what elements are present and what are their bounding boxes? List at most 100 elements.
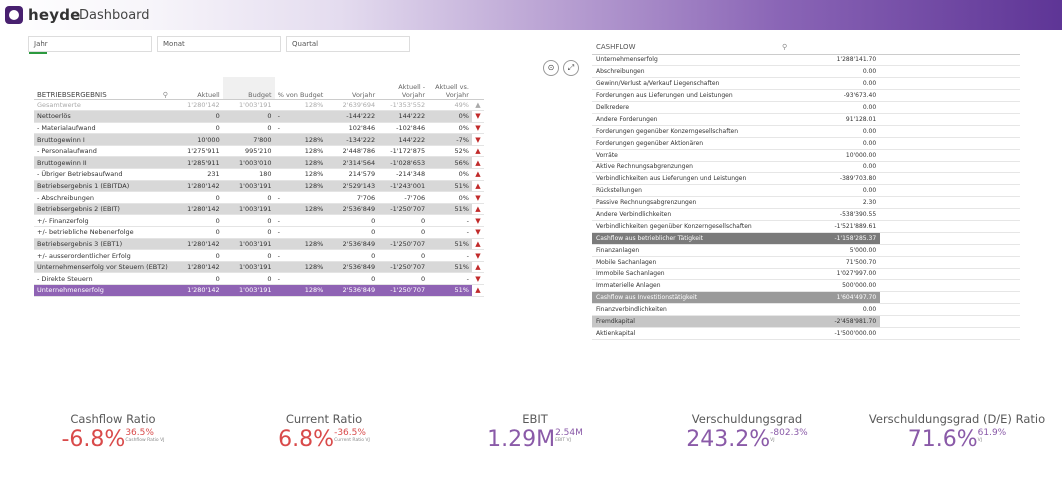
table-row[interactable]: Bruttogewinn I 10'000 7'800 128% -134'222 144… — [34, 133, 484, 146]
trend-up-icon: ▲ — [471, 180, 484, 193]
cell-label: Gesamtwerte — [34, 99, 171, 112]
cell-label: Betriebsergebnis 2 (EBIT) — [34, 203, 171, 216]
kpi-title: Verschuldungsgrad — [691, 412, 803, 426]
table-row[interactable]: +/- betriebliche Nebenerfolge 0 0-0 0- ▼ — [34, 226, 484, 239]
cashflow-row[interactable]: Immaterielle Anlagen 500'000.00 — [592, 279, 1020, 293]
cashflow-row[interactable]: Forderungen gegenüber Aktionären 0.00 — [592, 137, 1020, 150]
col-betriebsergebnis[interactable]: BETRIEBSERGEBNIS ⚲ — [34, 77, 171, 100]
kpi-card[interactable]: EBIT 1.29M 2.54M EBIT VJ — [430, 412, 640, 452]
cell-vs: - — [428, 249, 472, 262]
cashflow-row[interactable]: Forderungen aus Lieferungen und Leistung… — [592, 89, 1020, 103]
cell-pct: 128% — [274, 145, 327, 158]
table-row[interactable]: Betriebsergebnis 3 (EBT1) 1'280'142 1'003'… — [34, 238, 484, 251]
col-budget[interactable]: Budget — [222, 77, 275, 100]
cashflow-row[interactable]: Aktienkapital -1'500'000.00 — [592, 327, 1020, 340]
kpi-compare-caption: VJ — [977, 438, 983, 443]
cell-label: Bruttogewinn I — [34, 133, 171, 146]
table-row[interactable]: Unternehmenserfolg 1'280'142 1'003'191 128%… — [34, 284, 484, 297]
table-row[interactable]: Nettoerlös 0 0- -144'222 144'222 0% ▼ — [34, 110, 484, 123]
table-row[interactable]: Gesamtwerte 1'280'142 1'003'191 128% 2'639'6… — [34, 99, 484, 112]
cashflow-row[interactable]: Andere Forderungen 91'128.01 — [592, 113, 1020, 126]
cashflow-row[interactable]: Unternehmenserfolg 1'288'141.70 — [592, 54, 1020, 67]
cell-aktuell: 231 — [170, 168, 223, 181]
cashflow-header[interactable]: CASHFLOW ⚲ — [592, 40, 792, 55]
cashflow-label: Aktienkapital — [592, 327, 792, 340]
cashflow-row[interactable]: Rückstellungen 0.00 — [592, 184, 1020, 198]
cashflow-value: 91'128.01 — [791, 113, 881, 126]
cell-vs: 51% — [428, 238, 472, 251]
table-row[interactable]: - Materialaufwand 0 0-102'846 -102'846 0% ▼ — [34, 122, 484, 135]
table-row[interactable]: - Personalaufwand 1'275'911 995'210 128% 2'4… — [34, 145, 484, 158]
cashflow-row[interactable]: Verbindlichkeiten aus Lieferungen und Le… — [592, 172, 1020, 186]
cashflow-value: 10'000.00 — [791, 149, 881, 162]
search-icon[interactable]: ⚲ — [163, 91, 168, 99]
search-icon[interactable]: ⚲ — [782, 43, 787, 51]
cashflow-row[interactable]: Finanzanlagen 5'000.00 — [592, 244, 1020, 257]
kpi-compare-caption: Cashflow Ratio VJ — [125, 438, 165, 443]
cell-label: Betriebsergebnis 1 (EBITDA) — [34, 180, 171, 193]
cashflow-row[interactable]: Andere Verbindlichkeiten -538'390.55 — [592, 208, 1020, 221]
cell-vs: - — [428, 226, 472, 239]
cell-label: +/- Finanzerfolg — [34, 214, 171, 228]
cashflow-row[interactable]: Mobile Sachanlagen 71'500.70 — [592, 256, 1020, 269]
cell-budget: 1'003'191 — [222, 238, 275, 251]
cashflow-row[interactable]: Cashflow aus betrieblicher Tätigkeit -1'1… — [592, 232, 1020, 245]
cashflow-label: Abschreibungen — [592, 65, 792, 79]
kpi-compare-value: 61.9% — [977, 428, 1007, 438]
table-row[interactable]: - Direkte Steuern 0 0-0 0- ▼ — [34, 272, 484, 285]
cashflow-row[interactable]: Cashflow aus Investitionstätigkeit 1'604'… — [592, 291, 1020, 305]
cashflow-label: Rückstellungen — [592, 184, 792, 198]
cashflow-row[interactable]: Abschreibungen 0.00 — [592, 65, 1020, 79]
cashflow-value: -2'458'981.70 — [791, 315, 881, 328]
kpi-value: 71.6% — [907, 427, 978, 452]
cashflow-row[interactable]: Finanzverbindlichkeiten 0.00 — [592, 303, 1020, 317]
table-row[interactable]: Bruttogewinn II 1'285'911 1'003'010 128% 2'3… — [34, 156, 484, 170]
col-aktuell-vs-vorjahr[interactable]: Aktuell vs. Vorjahr — [428, 77, 472, 100]
cashflow-row[interactable]: Vorräte 10'000.00 — [592, 149, 1020, 162]
cell-vorjahr: 2'529'143 — [326, 180, 379, 193]
cashflow-row[interactable]: Aktive Rechnungsabgrenzungen 0.00 — [592, 161, 1020, 174]
cell-diff: -1'250'707 — [378, 203, 429, 216]
fullscreen-button[interactable]: ⤢ — [563, 60, 579, 76]
trend-down-icon: ▼ — [471, 249, 484, 262]
filter-jahr[interactable]: Jahr — [28, 36, 152, 54]
col-pct-budget[interactable]: % von Budget — [274, 77, 327, 100]
cell-budget: 0 — [222, 191, 275, 204]
cell-diff: -7'706 — [378, 191, 429, 204]
cell-vorjahr: 2'536'849 — [326, 261, 379, 274]
cashflow-row[interactable]: Fremdkapital -2'458'981.70 — [592, 315, 1020, 328]
filter-quartal-label: Quartal — [292, 40, 319, 48]
snapshot-button[interactable]: ⊙ — [543, 60, 559, 76]
cashflow-row[interactable]: Immobile Sachanlagen 1'027'997.00 — [592, 268, 1020, 281]
table-row[interactable]: Betriebsergebnis 2 (EBIT) 1'280'142 1'003'… — [34, 203, 484, 216]
filter-monat[interactable]: Monat — [157, 36, 281, 52]
kpi-card[interactable]: Verschuldungsgrad (D/E) Ratio 71.6% 61.9% V… — [852, 412, 1062, 452]
cashflow-row[interactable]: Gewinn/Verlust a/Verkauf Liegenschaften 0… — [592, 77, 1020, 91]
cell-vs: -7% — [428, 133, 472, 146]
cashflow-row[interactable]: Passive Rechnungsabgrenzungen 2.30 — [592, 196, 1020, 210]
cashflow-row[interactable]: Verbindlichkeiten gegenüber Konzerngesel… — [592, 220, 1020, 233]
cashflow-row[interactable]: Forderungen gegenüber Konzerngesellschaf… — [592, 125, 1020, 138]
kpi-value: 1.29M — [487, 427, 556, 452]
table-row[interactable]: Unternehmenserfolg vor Steuern (EBT2) 1'2… — [34, 261, 484, 274]
cell-pct: 128% — [274, 261, 327, 274]
filter-quartal[interactable]: Quartal — [286, 36, 410, 52]
cashflow-row[interactable]: Delkredere 0.00 — [592, 101, 1020, 114]
cell-vorjahr: 102'846 — [326, 122, 379, 135]
table-row[interactable]: - Übriger Betriebsaufwand 231 180 128% 214'5… — [34, 168, 484, 181]
cashflow-value: 2.30 — [791, 196, 881, 210]
table-row[interactable]: - Abschreibungen 0 0-7'706 -7'706 0% ▼ — [34, 191, 484, 204]
col-vorjahr[interactable]: Vorjahr — [326, 77, 379, 100]
trend-up-icon: ▲ — [471, 203, 484, 216]
table-row[interactable]: +/- ausserordentlicher Erfolg 0 0-0 0- ▼ — [34, 249, 484, 262]
table-row[interactable]: +/- Finanzerfolg 0 0-0 0- ▼ — [34, 214, 484, 228]
kpi-card[interactable]: Cashflow Ratio -6.8% 36.5% Cashflow Ratio V… — [8, 412, 218, 452]
kpi-card[interactable]: Current Ratio 6.8% -36.5% Current Ratio VJ — [219, 412, 429, 452]
cell-label: +/- ausserordentlicher Erfolg — [34, 249, 171, 262]
col-aktuell-minus-vorjahr[interactable]: Aktuell - Vorjahr — [378, 77, 429, 100]
table-row[interactable]: Betriebsergebnis 1 (EBITDA) 1'280'142 1'00… — [34, 180, 484, 193]
cashflow-table: CASHFLOW ⚲ Unternehmenserfolg 1'288'141.70… — [592, 40, 1020, 340]
cashflow-value: -93'673.40 — [791, 89, 881, 103]
kpi-card[interactable]: Verschuldungsgrad 243.2% -802.3% VJ — [642, 412, 852, 452]
col-aktuell[interactable]: Aktuell — [170, 77, 223, 100]
